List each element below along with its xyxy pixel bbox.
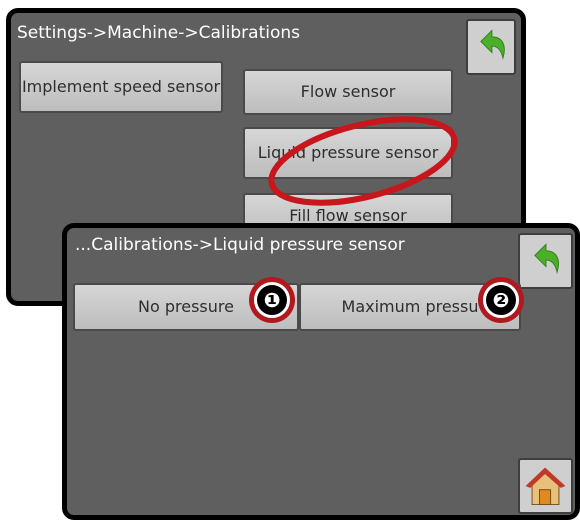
page-title: ...Calibrations->Liquid pressure sensor [75, 235, 405, 255]
callout-marker-2: ❷ [478, 277, 524, 323]
implement-speed-sensor-button[interactable]: Implement speed sensor [19, 61, 223, 113]
button-label: Flow sensor [300, 82, 396, 101]
back-button[interactable] [518, 233, 573, 289]
callout-number: ❷ [483, 282, 519, 318]
button-label: Maximum pressu [341, 297, 479, 316]
back-button[interactable] [466, 19, 516, 75]
home-button[interactable] [518, 458, 573, 514]
page-title: Settings->Machine->Calibrations [17, 23, 300, 43]
callout-number: ❶ [254, 282, 290, 318]
back-arrow-icon [480, 29, 505, 60]
button-label: No pressure [138, 297, 234, 316]
button-label: Implement speed sensor [21, 77, 221, 96]
button-label: Liquid pressure sensor [257, 143, 439, 162]
home-icon [525, 467, 566, 506]
back-arrow-icon [534, 243, 559, 274]
callout-marker-1: ❶ [249, 277, 295, 323]
liquid-pressure-sensor-button[interactable]: Liquid pressure sensor [243, 127, 453, 179]
liquid-pressure-sensor-screen: ...Calibrations->Liquid pressure sensor … [62, 223, 580, 520]
flow-sensor-button[interactable]: Flow sensor [243, 69, 453, 115]
